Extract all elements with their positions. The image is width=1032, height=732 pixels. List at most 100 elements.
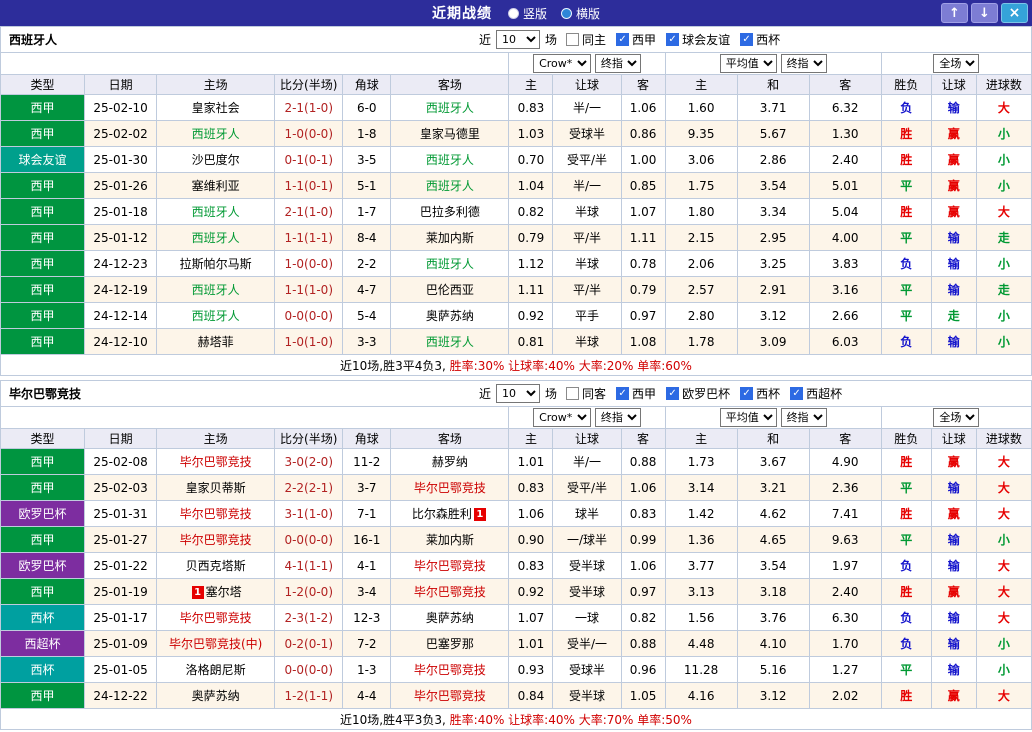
odds-company-select[interactable]: Crow* [533,54,591,73]
team-name-cell: 毕尔巴鄂竞技(中) [157,631,275,657]
euro-home-odds: 2.15 [665,225,737,251]
scope-select[interactable]: 全场 [933,408,979,427]
euro-home-odds: 9.35 [665,121,737,147]
checkbox-checked-icon: ✓ [790,387,803,400]
close-button[interactable]: × [1001,3,1028,23]
handicap-cell: 一/球半 [553,527,621,553]
euro-mode-select[interactable]: 平均值 [720,408,777,427]
euro-home-odds: 1.60 [665,95,737,121]
result-cell: 平 [881,657,931,683]
odds-time-select[interactable]: 终指 [595,408,641,427]
score-cell: 3-0(2-0) [275,449,343,475]
asian-home-odds: 0.70 [509,147,553,173]
matches-body: 西甲25-02-10皇家社会2-1(1-0)6-0西班牙人0.83半/一1.06… [1,95,1032,355]
handicap-result-cell: 赢 [931,501,976,527]
column-header: 和 [737,75,809,95]
asian-away-odds: 1.11 [621,225,665,251]
match-date: 24-12-22 [85,683,157,709]
filter-checkbox[interactable]: ✓西超杯 [790,385,842,402]
odds-time-select[interactable]: 终指 [595,54,641,73]
summary-stats: 胜率:30% 让球率:40% 大率:20% 单率:60% [450,359,692,373]
team-name: 巴伦西亚 [426,283,474,297]
checkbox-checked-icon: ✓ [666,33,679,46]
filter-checkbox[interactable]: 同主 [566,31,606,48]
filter-checkbox[interactable]: ✓西杯 [740,385,780,402]
column-header: 主 [509,75,553,95]
league-badge: 西杯 [1,657,85,683]
match-count-select[interactable]: 10 [496,384,540,403]
asian-away-odds: 0.88 [621,449,665,475]
checkbox-label: 西杯 [756,31,780,48]
filter-checkbox[interactable]: ✓西杯 [740,31,780,48]
filter-checkbox[interactable]: 同客 [566,385,606,402]
layout-vertical-radio[interactable]: 竖版 [508,5,547,22]
league-badge: 西甲 [1,199,85,225]
scope-select[interactable]: 全场 [933,54,979,73]
column-header: 胜负 [881,429,931,449]
handicap-result-cell: 输 [931,631,976,657]
league-badge: 西甲 [1,579,85,605]
asian-away-odds: 0.88 [621,631,665,657]
filter-checkbox[interactable]: ✓球会友谊 [666,31,730,48]
odds-selector-row: Crow* 终指 平均值 终指 全场 [1,53,1032,75]
result-cell: 平 [881,225,931,251]
team-name: 西班牙人 [426,179,474,193]
checkbox-label: 西甲 [632,385,656,402]
euro-time-select[interactable]: 终指 [781,54,827,73]
move-up-button[interactable]: ↑ [941,3,968,23]
handicap-result-cell: 赢 [931,147,976,173]
euro-home-odds: 1.42 [665,501,737,527]
team-title: 西班牙人 [9,31,57,48]
corner-cell: 4-7 [343,277,391,303]
score-cell: 2-3(1-2) [275,605,343,631]
result-cell: 平 [881,475,931,501]
checkbox-unchecked-icon [566,33,579,46]
filter-checkbox[interactable]: ✓西甲 [616,385,656,402]
handicap-result-cell: 赢 [931,121,976,147]
team-title: 毕尔巴鄂竞技 [9,385,81,402]
match-count-select[interactable]: 10 [496,30,540,49]
column-header: 类型 [1,429,85,449]
corner-cell: 8-4 [343,225,391,251]
league-badge: 西甲 [1,303,85,329]
team-name-cell: 西班牙人 [157,277,275,303]
euro-time-select[interactable]: 终指 [781,408,827,427]
close-icon: × [1009,5,1021,21]
league-badge: 西甲 [1,251,85,277]
euro-draw-odds: 3.76 [737,605,809,631]
goals-result-cell: 小 [976,121,1031,147]
team-name: 拉斯帕尔马斯 [180,257,252,271]
handicap-result-cell: 赢 [931,579,976,605]
handicap-result-cell: 赢 [931,449,976,475]
move-down-button[interactable]: ↓ [971,3,998,23]
match-date: 25-01-18 [85,199,157,225]
layout-horizontal-radio[interactable]: 横版 [561,5,600,22]
team-name-cell: 皇家贝蒂斯 [157,475,275,501]
column-header: 让球 [931,75,976,95]
asian-away-odds: 0.82 [621,605,665,631]
score-cell: 1-0(0-0) [275,121,343,147]
filter-checkbox[interactable]: ✓欧罗巴杯 [666,385,730,402]
handicap-result-cell: 输 [931,277,976,303]
team-name-cell: 沙巴度尔 [157,147,275,173]
red-card-badge: 1 [192,586,204,599]
filter-checkbox[interactable]: ✓西甲 [616,31,656,48]
result-cell: 平 [881,173,931,199]
match-row: 西甲25-01-27毕尔巴鄂竞技0-0(0-0)16-1莱加内斯0.90一/球半… [1,527,1032,553]
team-name: 毕尔巴鄂竞技 [180,611,252,625]
asian-odds-selectors: Crow* 终指 [509,407,665,429]
euro-away-odds: 5.04 [809,199,881,225]
euro-mode-select[interactable]: 平均值 [720,54,777,73]
odds-company-select[interactable]: Crow* [533,408,591,427]
team-name-cell: 奥萨苏纳 [391,303,509,329]
euro-away-odds: 1.27 [809,657,881,683]
team-name: 巴塞罗那 [426,637,474,651]
team-name: 西班牙人 [192,231,240,245]
handicap-result-cell: 输 [931,605,976,631]
asian-away-odds: 1.07 [621,199,665,225]
filter-controls: 近 10 场 同主✓西甲✓球会友谊✓西杯 [479,30,780,49]
goals-result-cell: 大 [976,501,1031,527]
team-name: 西班牙人 [192,283,240,297]
euro-home-odds: 11.28 [665,657,737,683]
match-row: 球会友谊25-01-30沙巴度尔0-1(0-1)3-5西班牙人0.70受平/半1… [1,147,1032,173]
